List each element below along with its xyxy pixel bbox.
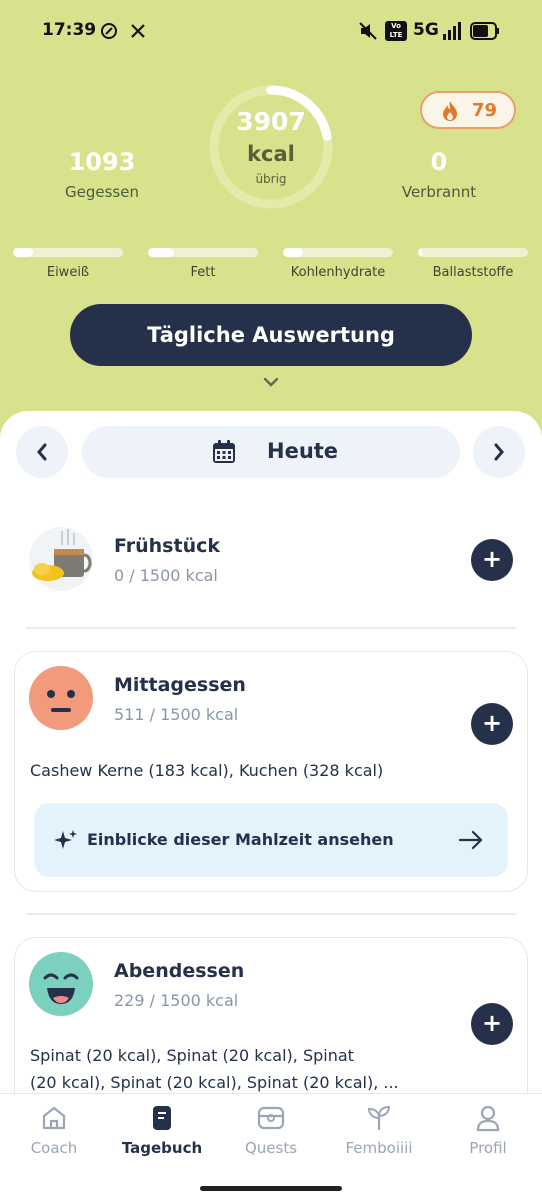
sprout-icon <box>367 1105 391 1130</box>
previous-day-button[interactable] <box>16 426 68 478</box>
macro-fill-carbs <box>283 248 303 257</box>
tab-label: Profil <box>469 1139 507 1157</box>
remaining-label: übrig <box>255 172 287 186</box>
tab-label: Femboiiii <box>345 1139 413 1157</box>
macro-bar-protein <box>13 248 123 257</box>
lunch-foods: Cashew Kerne (183 kcal), Kuchen (328 kca… <box>30 761 384 780</box>
macro-bar-fat <box>148 248 258 257</box>
dinner-foods-line1: Spinat (20 kcal), Spinat (20 kcal), Spin… <box>30 1046 354 1065</box>
date-label: Heute <box>267 439 339 463</box>
status-time: 17:39 <box>42 20 97 40</box>
add-breakfast-button[interactable]: + <box>471 539 513 581</box>
app-notification-icon <box>101 23 117 39</box>
streak-value: 79 <box>472 100 498 121</box>
mute-icon <box>359 22 377 40</box>
flame-icon <box>443 101 457 121</box>
volte-icon: Vo LTE <box>385 21 407 41</box>
profile-icon <box>476 1105 500 1132</box>
insights-label: Einblicke dieser Mahlzeit ansehen <box>87 830 394 849</box>
chest-icon <box>257 1106 285 1130</box>
macro-label-protein: Eiweiß <box>46 265 90 280</box>
remaining-value: 3907 <box>236 107 306 136</box>
burned-label: Verbrannt <box>401 183 477 201</box>
home-indicator[interactable] <box>200 1186 342 1191</box>
tab-label: Quests <box>244 1139 298 1157</box>
eaten-label: Gegessen <box>65 183 139 201</box>
lunch-title: Mittagessen <box>114 674 246 696</box>
home-icon <box>42 1106 66 1130</box>
macro-fill-fiber <box>418 248 423 257</box>
battery-icon <box>470 22 499 40</box>
macro-label-carbs: Kohlenhydrate <box>290 265 386 280</box>
tab-profil[interactable]: Profil <box>438 1103 538 1173</box>
chevron-down-icon[interactable] <box>262 376 280 388</box>
tab-quests[interactable]: Quests <box>221 1103 321 1173</box>
lunch-kcal: 511 / 1500 kcal <box>114 705 239 724</box>
happy-face-icon <box>29 952 93 1016</box>
calendar-icon <box>213 440 235 463</box>
tab-tagebuch[interactable]: Tagebuch <box>112 1103 212 1173</box>
meal-insights-button[interactable]: Einblicke dieser Mahlzeit ansehen <box>34 803 508 877</box>
remaining-unit: kcal <box>247 142 295 166</box>
macro-fill-protein <box>13 248 33 257</box>
neutral-face-icon <box>29 666 93 730</box>
divider <box>26 913 516 915</box>
macro-bar-carbs <box>283 248 393 257</box>
dinner-title: Abendessen <box>114 960 245 982</box>
macro-bar-fiber <box>418 248 528 257</box>
network-type: 5G <box>413 20 439 40</box>
breakfast-kcal: 0 / 1500 kcal <box>114 566 218 585</box>
burned-value: 0 <box>430 148 448 176</box>
chevron-right-icon <box>494 443 504 461</box>
diary-icon <box>153 1106 171 1130</box>
breakfast-illustration <box>29 527 93 591</box>
dinner-foods-line2: (20 kcal), Spinat (20 kcal), Spinat (20 … <box>30 1073 399 1092</box>
chevron-left-icon <box>37 443 47 461</box>
tab-femboiiii[interactable]: Femboiiii <box>329 1103 429 1173</box>
divider <box>26 627 516 629</box>
dinner-kcal: 229 / 1500 kcal <box>114 991 239 1010</box>
next-day-button[interactable] <box>473 426 525 478</box>
tab-coach[interactable]: Coach <box>4 1103 104 1173</box>
streak-badge[interactable]: 79 <box>420 91 516 129</box>
x-logo-icon <box>131 24 145 38</box>
tab-label: Tagebuch <box>121 1139 203 1157</box>
sparkle-icon <box>54 830 77 849</box>
eaten-value: 1093 <box>68 148 136 176</box>
arrow-right-icon <box>458 830 483 850</box>
add-lunch-button[interactable]: + <box>471 703 513 745</box>
daily-evaluation-button[interactable]: Tägliche Auswertung <box>70 304 472 366</box>
macro-label-fiber: Ballaststoffe <box>432 265 514 280</box>
status-bar: 17:39 Vo LTE 5G <box>0 0 542 62</box>
breakfast-title: Frühstück <box>114 535 221 557</box>
tab-label: Coach <box>30 1139 78 1157</box>
macro-label-fat: Fett <box>190 265 216 280</box>
signal-icon <box>443 22 461 40</box>
date-selector[interactable]: Heute <box>82 426 460 478</box>
add-dinner-button[interactable]: + <box>471 1003 513 1045</box>
macro-fill-fat <box>148 248 175 257</box>
